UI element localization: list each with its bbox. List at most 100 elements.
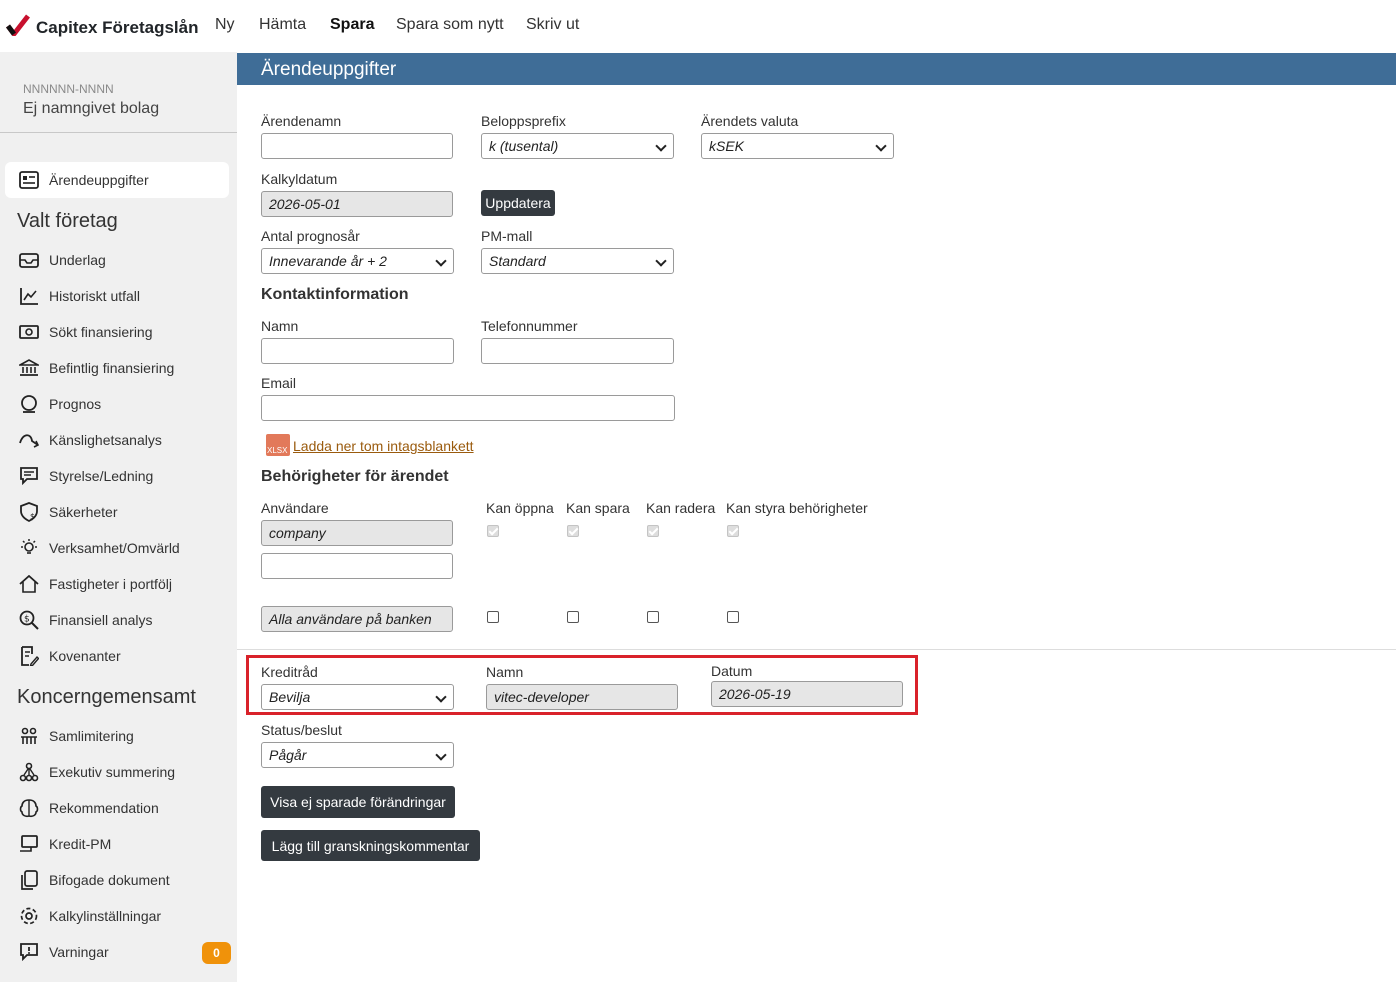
valuta-select[interactable]: kSEK xyxy=(701,133,894,159)
sidebar-item-label: Kalkylinställningar xyxy=(49,908,162,924)
id-card-icon xyxy=(18,169,40,191)
svg-text:$: $ xyxy=(30,512,35,521)
sidebar-item-kredit-pm[interactable]: Kredit-PM xyxy=(18,832,233,856)
prognosar-value: Innevarande år + 2 xyxy=(269,253,387,269)
all-kan-oppna-checkbox[interactable] xyxy=(487,611,499,623)
hierarchy-icon xyxy=(18,761,40,783)
pm-mall-value: Standard xyxy=(489,253,546,269)
sidebar-item-label: Underlag xyxy=(49,252,106,268)
namn-label: Namn xyxy=(261,318,299,334)
sidebar-item-finansiell-analys[interactable]: $ Finansiell analys xyxy=(18,608,233,632)
sidebar-item-historiskt-utfall[interactable]: Historiskt utfall xyxy=(18,284,233,308)
all-kan-styra-checkbox[interactable] xyxy=(727,611,739,623)
sidebar-item-sakerheter[interactable]: $ Säkerheter xyxy=(18,500,233,524)
sidebar-item-exekutiv-summering[interactable]: Exekutiv summering xyxy=(18,760,233,784)
house-icon xyxy=(18,573,40,595)
group-icon xyxy=(18,725,40,747)
sidebar-item-bifogade-dokument[interactable]: Bifogade dokument xyxy=(18,868,233,892)
sidebar-item-label: Kovenanter xyxy=(49,648,121,664)
add-review-comment-button[interactable]: Lägg till granskningskommentar xyxy=(261,830,480,861)
kreditrad-namn-label: Namn xyxy=(486,664,524,680)
page-title: Ärendeuppgifter xyxy=(261,59,397,80)
sidebar-item-samlimitering[interactable]: Samlimitering xyxy=(18,724,233,748)
arendenamn-input[interactable] xyxy=(261,133,453,159)
top-navigation: Capitex Företagslån Ny Hämta Spara Spara… xyxy=(0,0,1396,52)
email-label: Email xyxy=(261,375,297,391)
sensitivity-icon xyxy=(18,429,40,451)
kreditrad-select[interactable]: Bevilja xyxy=(261,684,454,710)
status-label: Status/beslut xyxy=(261,722,342,738)
prognosar-select[interactable]: Innevarande år + 2 xyxy=(261,248,454,274)
beloppsprefix-label: Beloppsprefix xyxy=(481,113,566,129)
nav-skriv-ut[interactable]: Skriv ut xyxy=(526,16,579,34)
telefon-label: Telefonnummer xyxy=(481,318,578,334)
kreditrad-datum-input[interactable]: 2026-05-19 xyxy=(711,681,903,707)
sidebar-item-sokt-finansiering[interactable]: Sökt finansiering xyxy=(18,320,233,344)
kan-oppna-label: Kan öppna xyxy=(486,500,554,516)
sidebar-item-label: Befintlig finansiering xyxy=(49,360,175,376)
sidebar-item-rekommendation[interactable]: Rekommendation xyxy=(18,796,233,820)
xlsx-file-icon[interactable]: XLSX xyxy=(266,434,290,456)
section-header: Ärendeuppgifter xyxy=(237,53,1396,85)
sidebar-item-label: Finansiell analys xyxy=(49,612,153,628)
sidebar-item-label: Historiskt utfall xyxy=(49,288,141,304)
sidebar-item-varningar[interactable]: Varningar xyxy=(18,940,233,964)
new-user-input[interactable] xyxy=(261,553,453,579)
behorigheter-heading: Behörigheter för ärendet xyxy=(261,468,449,485)
sidebar: NNNNNN-NNNN Ej namngivet bolag Ärendeupp… xyxy=(0,52,237,982)
kan-styra-label: Kan styra behörigheter xyxy=(726,500,868,516)
sidebar-item-befintlig-finansiering[interactable]: Befintlig finansiering xyxy=(18,356,233,380)
sidebar-item-kanslighetsanalys[interactable]: Känslighetsanalys xyxy=(18,428,233,452)
status-select[interactable]: Pågår xyxy=(261,742,454,768)
inbox-icon xyxy=(18,249,40,271)
company-name: Ej namngivet bolag xyxy=(23,100,160,117)
telefon-input[interactable] xyxy=(481,338,674,364)
update-button[interactable]: Uppdatera xyxy=(481,190,555,216)
nav-spara[interactable]: Spara xyxy=(330,16,374,34)
warnings-count-badge: 0 xyxy=(202,942,231,964)
sidebar-item-verksamhet-omvarld[interactable]: Verksamhet/Omvärld xyxy=(18,536,233,560)
shield-dollar-icon: $ xyxy=(18,501,40,523)
divider xyxy=(237,649,1396,650)
sidebar-item-label: Kredit-PM xyxy=(49,836,112,852)
settings-icon xyxy=(18,905,40,927)
files-icon xyxy=(18,869,40,891)
nav-spara-som-nytt[interactable]: Spara som nytt xyxy=(396,16,504,34)
kreditrad-namn-input[interactable]: vitec-developer xyxy=(486,684,678,710)
all-users-input[interactable]: Alla användare på banken xyxy=(261,606,453,632)
brand[interactable]: Capitex Företagslån xyxy=(6,14,199,41)
email-input[interactable] xyxy=(261,395,675,421)
sidebar-item-kovenanter[interactable]: Kovenanter xyxy=(18,644,233,668)
search-dollar-icon: $ xyxy=(18,609,40,631)
company-info: NNNNNN-NNNN Ej namngivet bolag xyxy=(0,52,237,133)
show-unsaved-changes-button[interactable]: Visa ej sparade förändringar xyxy=(261,786,455,818)
namn-input[interactable] xyxy=(261,338,454,364)
kalkyldatum-input[interactable]: 2026-05-01 xyxy=(261,191,453,217)
beloppsprefix-select[interactable]: k (tusental) xyxy=(481,133,674,159)
sidebar-item-prognos[interactable]: Prognos xyxy=(18,392,233,416)
user-company-input[interactable]: company xyxy=(261,520,453,546)
company-id: NNNNNN-NNNN xyxy=(23,82,114,96)
xlsx-icon-text: XLSX xyxy=(267,446,288,455)
kreditrad-value: Bevilja xyxy=(269,689,311,705)
all-kan-spara-checkbox[interactable] xyxy=(567,611,579,623)
brain-icon xyxy=(18,797,40,819)
sidebar-item-label: Sökt finansiering xyxy=(49,324,153,340)
all-kan-radera-checkbox[interactable] xyxy=(647,611,659,623)
document-edit-icon xyxy=(18,645,40,667)
download-intake-form-link[interactable]: Ladda ner tom intagsblankett xyxy=(293,438,474,454)
bank-icon xyxy=(18,357,40,379)
beloppsprefix-value: k (tusental) xyxy=(489,138,559,154)
pm-mall-select[interactable]: Standard xyxy=(481,248,674,274)
crystal-ball-icon xyxy=(18,393,40,415)
nav-ny[interactable]: Ny xyxy=(215,16,235,34)
kan-spara-label: Kan spara xyxy=(566,500,630,516)
sidebar-item-label: Känslighetsanalys xyxy=(49,432,162,448)
sidebar-item-styrelse-ledning[interactable]: Styrelse/Ledning xyxy=(18,464,233,488)
sidebar-item-underlag[interactable]: Underlag xyxy=(18,248,233,272)
warning-icon xyxy=(18,941,40,963)
sidebar-item-fastigheter-i-portfolj[interactable]: Fastigheter i portfölj xyxy=(18,572,233,596)
sidebar-item-arendeuppgifter[interactable]: Ärendeuppgifter xyxy=(18,168,233,192)
nav-hamta[interactable]: Hämta xyxy=(259,16,306,34)
sidebar-item-kalkylinstallningar[interactable]: Kalkylinställningar xyxy=(18,904,233,928)
